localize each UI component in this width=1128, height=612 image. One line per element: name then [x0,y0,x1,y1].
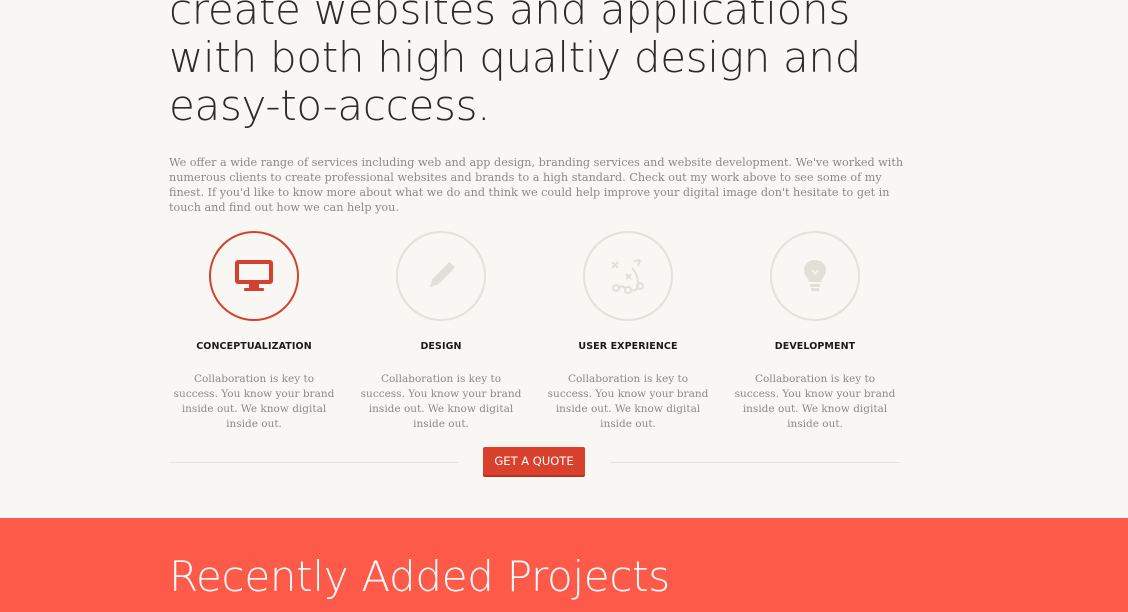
hero-title-line: create websites and applications [169,0,850,34]
service-design: DESIGN Collaboration is key to success. … [356,231,526,432]
intro-paragraph: We offer a wide range of services includ… [169,156,904,214]
service-user-experience: USER EXPERIENCE Collaboration is key to … [543,231,713,432]
service-title: USER EXPERIENCE [578,341,678,352]
get-a-quote-button[interactable]: GET A QUOTE [483,447,585,475]
projects-section: Recently Added Projects [0,518,1128,612]
service-title: DEVELOPMENT [774,341,856,352]
service-title: CONCEPTUALIZATION [196,341,312,352]
service-description: Collaboration is key to success. You kno… [173,373,335,430]
service-description: Collaboration is key to success. You kno… [734,373,896,430]
cta-row: GET A QUOTE [169,447,900,475]
service-development: DEVELOPMENT Collaboration is key to succ… [730,231,900,432]
lightbulb-icon [770,231,860,321]
pencil-icon [396,231,486,321]
monitor-icon [209,231,299,321]
service-description: Collaboration is key to success. You kno… [360,373,522,430]
hero-title: create websites and applications with bo… [169,0,929,130]
service-conceptualization: CONCEPTUALIZATION Collaboration is key t… [169,231,339,432]
divider-left [169,462,458,463]
strategy-icon [583,231,673,321]
divider-right [610,462,900,463]
service-description: Collaboration is key to success. You kno… [547,373,709,430]
services-section: CONCEPTUALIZATION Collaboration is key t… [169,231,904,430]
service-title: DESIGN [420,341,462,352]
projects-title: Recently Added Projects [169,552,670,601]
hero-title-line: easy-to-access. [169,81,491,130]
hero-title-line: with both high qualtiy design and [169,33,862,82]
